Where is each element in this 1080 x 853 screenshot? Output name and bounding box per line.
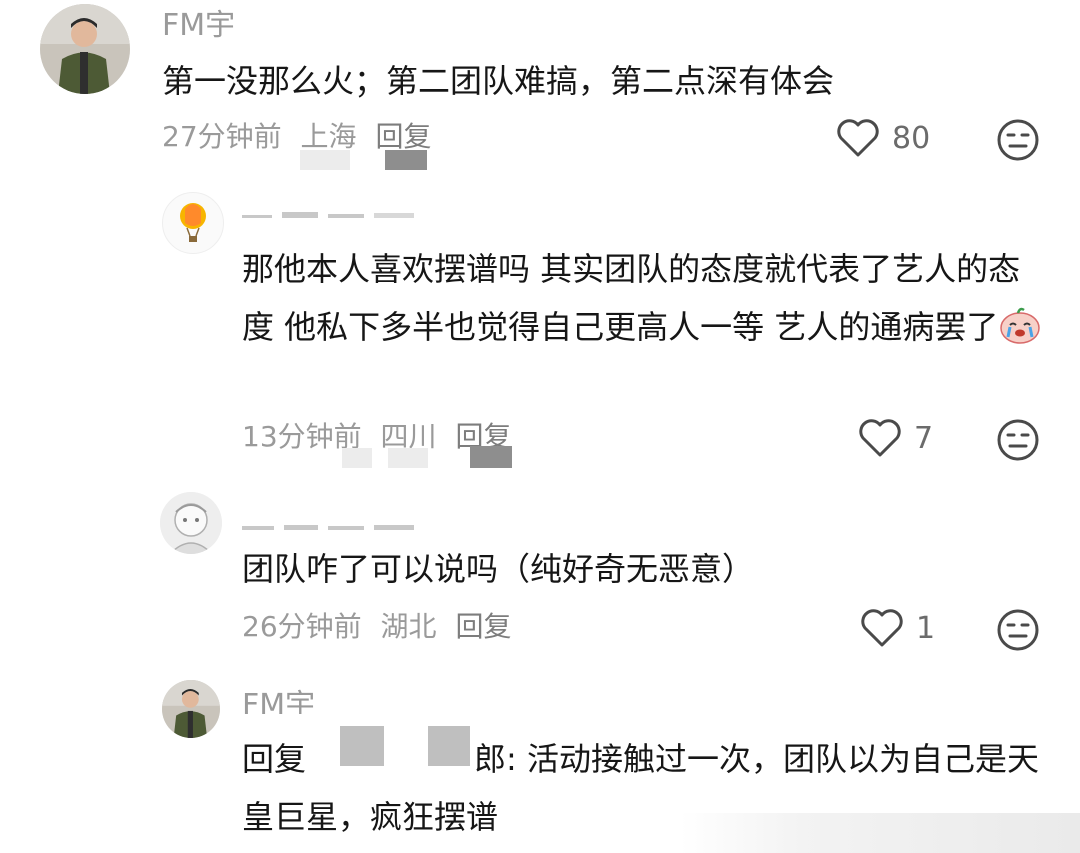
dislike-button[interactable] xyxy=(996,418,1040,466)
neutral-face-icon xyxy=(997,609,1039,651)
comment-time: 26分钟前 xyxy=(242,610,362,643)
blurred-region xyxy=(470,446,512,468)
avatar[interactable] xyxy=(160,492,222,554)
comment-meta: 26分钟前 湖北 回复 xyxy=(242,610,521,644)
blurred-region xyxy=(300,150,350,170)
sketch-avatar-icon xyxy=(160,492,222,554)
avatar[interactable] xyxy=(162,680,220,738)
dislike-button[interactable] xyxy=(996,118,1040,166)
blurred-region xyxy=(340,726,384,766)
cropped-name-strokes xyxy=(242,525,414,530)
comment-location: 湖北 xyxy=(380,610,437,643)
crying-emoji-icon xyxy=(998,304,1042,344)
heart-outline-icon xyxy=(837,119,879,157)
like-button[interactable]: 1 xyxy=(860,608,935,648)
like-button[interactable]: 7 xyxy=(858,418,933,458)
neutral-face-icon xyxy=(997,119,1039,161)
comment-username-cropped xyxy=(242,200,442,218)
person-photo-icon xyxy=(162,680,220,738)
reply-button[interactable]: 回复 xyxy=(375,120,431,153)
comment-time: 27分钟前 xyxy=(162,120,282,153)
blurred-region xyxy=(388,448,428,468)
dislike-button[interactable] xyxy=(996,608,1040,656)
reply-button[interactable]: 回复 xyxy=(455,610,511,643)
cropped-name-strokes xyxy=(242,212,414,218)
person-photo-icon xyxy=(40,4,130,94)
avatar[interactable] xyxy=(162,192,224,254)
reply-prefix: 回复 xyxy=(242,740,307,778)
comment-username[interactable]: FM宇 xyxy=(242,688,315,714)
watermark-gradient xyxy=(680,813,1080,853)
comment-username[interactable]: FM宇 xyxy=(162,8,235,44)
hot-air-balloon-icon xyxy=(180,203,206,242)
comment-meta: 27分钟前 上海 回复 xyxy=(162,120,441,154)
heart-outline-icon xyxy=(859,419,901,457)
like-button[interactable]: 80 xyxy=(836,118,930,158)
like-count: 1 xyxy=(916,610,936,646)
comment-text-body: 那他本人喜欢摆谱吗 其实团队的态度就代表了艺人的态度 他私下多半也觉得自己更高人… xyxy=(242,250,1021,346)
blurred-region xyxy=(428,726,470,766)
like-count: 7 xyxy=(914,420,934,456)
neutral-face-icon xyxy=(997,419,1039,461)
blurred-region xyxy=(342,448,372,468)
comment-text: 第一没那么火；第二团队难搞，第二点深有体会 xyxy=(162,62,835,100)
blurred-region xyxy=(385,150,427,170)
comment-username-cropped xyxy=(242,512,432,530)
comment-text: 那他本人喜欢摆谱吗 其实团队的态度就代表了艺人的态度 他私下多半也觉得自己更高人… xyxy=(242,240,1052,356)
comment-text: 团队咋了可以说吗（纯好奇无恶意） xyxy=(242,550,755,588)
heart-outline-icon xyxy=(861,609,903,647)
like-count: 80 xyxy=(892,120,931,156)
avatar[interactable] xyxy=(40,4,130,94)
comment-location: 上海 xyxy=(300,120,357,153)
